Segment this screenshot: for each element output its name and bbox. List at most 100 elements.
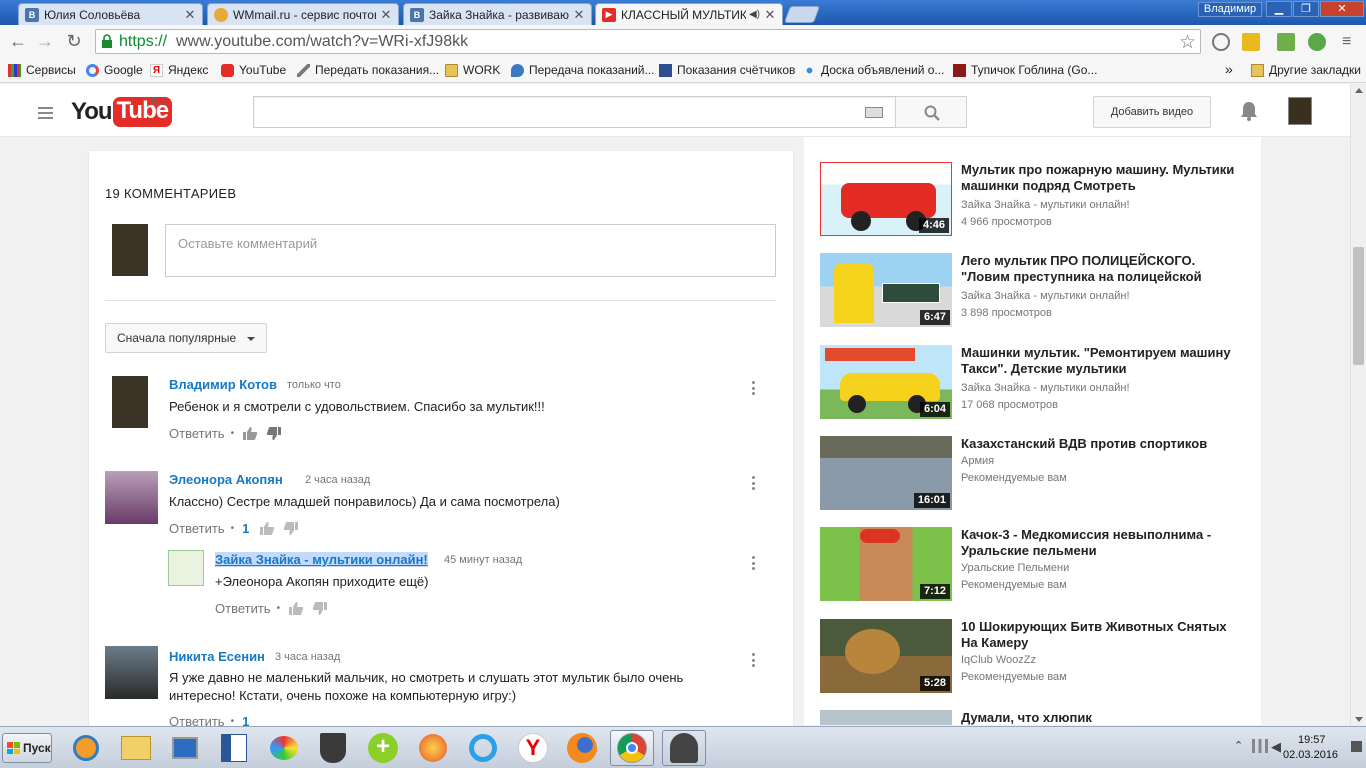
more-options-icon[interactable] (752, 653, 756, 667)
video-thumbnail[interactable] (820, 710, 952, 725)
file-explorer-icon[interactable] (114, 730, 158, 766)
plus-app-icon[interactable]: + (361, 730, 405, 766)
comment-time[interactable]: только что (287, 379, 341, 391)
reply-button[interactable]: Ответить (169, 426, 225, 441)
word-icon[interactable] (212, 730, 256, 766)
scrollbar-thumb[interactable] (1353, 247, 1364, 365)
thumbs-down-icon[interactable] (266, 426, 282, 441)
video-item[interactable]: 6:47 Лего мультик ПРО ПОЛИЦЕЙСКОГО. "Лов… (820, 253, 1250, 329)
reply-button[interactable]: Ответить (215, 601, 271, 616)
video-item[interactable]: 7:12 Качок-3 - Медкомиссия невыполнима -… (820, 527, 1250, 603)
upload-video-button[interactable]: Добавить видео (1093, 96, 1211, 128)
reload-icon[interactable]: ↻ (64, 31, 84, 52)
bookmark-item[interactable]: Сервисы (8, 63, 76, 77)
start-button[interactable]: Пуск (2, 733, 52, 763)
video-thumbnail[interactable]: 4:46 (820, 162, 952, 236)
clock-date[interactable]: 02.03.2016 (1283, 749, 1338, 761)
video-title[interactable]: Лего мультик ПРО ПОЛИЦЕЙСКОГО. "Ловим пр… (961, 253, 1241, 285)
network-signal-icon[interactable] (1252, 739, 1268, 753)
clock-time[interactable]: 19:57 (1298, 734, 1326, 746)
avatar[interactable] (112, 376, 148, 428)
video-item[interactable]: Думали, что хлюпик (820, 710, 1250, 725)
video-thumbnail[interactable]: 16:01 (820, 436, 952, 510)
extension-icon[interactable] (1242, 33, 1260, 51)
notifications-bell-icon[interactable] (1238, 100, 1260, 122)
window-user-badge[interactable]: Владимир (1198, 2, 1262, 17)
close-icon[interactable]: ✕ (573, 7, 585, 23)
page-scrollbar[interactable] (1350, 84, 1366, 726)
video-item[interactable]: 5:28 10 Шокирующих Битв Животных Снятых … (820, 619, 1250, 695)
close-icon[interactable]: ✕ (184, 7, 196, 23)
bookmark-item[interactable]: Google (86, 63, 143, 77)
sort-dropdown[interactable]: Сначала популярные (105, 323, 267, 353)
forward-icon[interactable]: → (35, 31, 55, 52)
browser-tab[interactable]: B Юлия Соловьёва ✕ (18, 3, 203, 25)
thumbs-up-icon[interactable] (259, 521, 275, 536)
extension-icon[interactable] (1277, 33, 1295, 51)
comment-author[interactable]: Никита Есенин (169, 649, 265, 664)
app-icon[interactable] (411, 730, 455, 766)
bookmark-item[interactable]: Я Яндекс (150, 63, 208, 77)
thumbs-down-icon[interactable] (283, 521, 299, 536)
video-thumbnail[interactable]: 6:47 (820, 253, 952, 327)
video-thumbnail[interactable]: 5:28 (820, 619, 952, 693)
close-window-button[interactable]: ✕ (1320, 1, 1364, 17)
bookmark-item[interactable]: YouTube (221, 63, 286, 77)
world-of-tanks-icon[interactable] (311, 730, 355, 766)
bookmark-item[interactable]: Передать показания... (297, 63, 439, 77)
internet-explorer-icon[interactable] (461, 730, 505, 766)
bookmark-item[interactable]: Показания счётчиков (659, 63, 795, 77)
globe-icon[interactable] (1212, 33, 1230, 51)
show-desktop-button[interactable] (1351, 741, 1362, 752)
back-icon[interactable]: ← (8, 31, 28, 52)
video-item[interactable]: 4:46 Мультик про пожарную машину. Мульти… (820, 162, 1250, 238)
video-item[interactable]: 6:04 Машинки мультик. "Ремонтируем машин… (820, 345, 1250, 421)
hooded-app-icon[interactable] (662, 730, 706, 766)
reply-button[interactable]: Ответить (169, 521, 225, 536)
video-item[interactable]: 16:01 Казахстанский ВДВ против спортиков… (820, 436, 1250, 512)
new-tab-button[interactable] (783, 6, 821, 23)
video-title[interactable]: Качок-3 - Медкомиссия невыполнима - Урал… (961, 527, 1241, 559)
comment-author[interactable]: Зайка Знайка - мультики онлайн! (215, 552, 428, 567)
chrome-icon[interactable] (610, 730, 654, 766)
bookmark-item[interactable]: Доска объявлений о... (803, 63, 944, 77)
comment-time[interactable]: 45 минут назад (444, 554, 522, 566)
video-title[interactable]: 10 Шокирующих Битв Животных Снятых На Ка… (961, 619, 1241, 651)
more-options-icon[interactable] (752, 476, 756, 490)
avatar[interactable] (105, 471, 158, 524)
hamburger-menu-icon[interactable] (38, 107, 53, 119)
minimize-button[interactable]: ▁ (1266, 1, 1292, 17)
comment-time[interactable]: 3 часа назад (275, 651, 340, 663)
maximize-button[interactable]: ❐ (1293, 1, 1319, 17)
other-bookmarks-folder[interactable]: Другие закладки (1251, 63, 1361, 77)
bookmarks-overflow-button[interactable]: » (1225, 61, 1233, 77)
search-input[interactable] (253, 96, 896, 128)
menu-icon[interactable]: ≡ (1342, 33, 1351, 51)
scroll-down-arrow-icon[interactable] (1355, 717, 1363, 722)
avatar[interactable] (168, 550, 204, 586)
more-options-icon[interactable] (752, 381, 756, 395)
browser-tab[interactable]: WMmail.ru - сервис почтовы ✕ (207, 3, 399, 25)
more-options-icon[interactable] (752, 556, 756, 570)
video-thumbnail[interactable]: 7:12 (820, 527, 952, 601)
comment-author[interactable]: Элеонора Акопян (169, 472, 283, 487)
computer-icon[interactable] (163, 730, 207, 766)
comment-input[interactable]: Оставьте комментарий (165, 224, 776, 277)
scroll-up-arrow-icon[interactable] (1355, 88, 1363, 93)
comment-author[interactable]: Владимир Котов (169, 377, 277, 392)
address-bar[interactable]: https:// www.youtube.com/watch?v=WRi-xfJ… (95, 29, 1201, 54)
account-avatar[interactable] (1288, 97, 1312, 125)
video-thumbnail[interactable]: 6:04 (820, 345, 952, 419)
browser-tab[interactable]: B Зайка Знайка - развивающ ✕ (403, 3, 592, 25)
thumbs-up-icon[interactable] (242, 426, 258, 441)
thumbs-up-icon[interactable] (288, 601, 304, 616)
bookmark-star-icon[interactable]: ☆ (1179, 31, 1196, 54)
search-button[interactable] (895, 96, 967, 128)
video-title[interactable]: Думали, что хлюпик (961, 710, 1241, 725)
comment-time[interactable]: 2 часа назад (305, 474, 370, 486)
avatar[interactable] (105, 646, 158, 699)
close-icon[interactable]: ✕ (764, 7, 776, 23)
video-title[interactable]: Машинки мультик. "Ремонтируем машину Так… (961, 345, 1241, 377)
bookmark-item[interactable]: Тупичок Гоблина (Go... (953, 63, 1097, 77)
media-player-icon[interactable] (64, 730, 108, 766)
